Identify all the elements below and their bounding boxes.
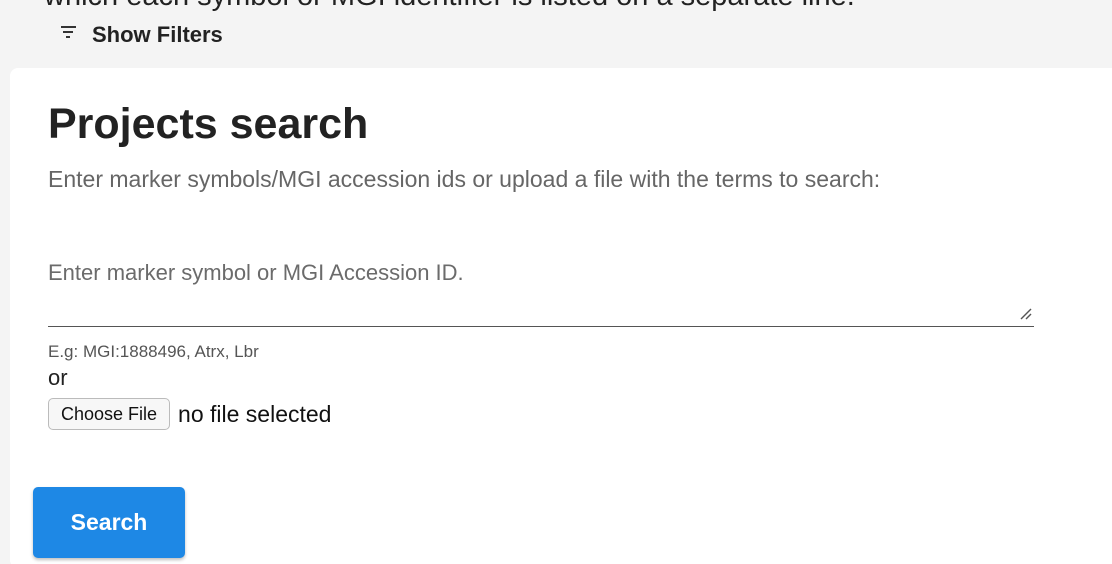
show-filters-label: Show Filters xyxy=(92,22,223,47)
search-input[interactable] xyxy=(48,248,1034,326)
file-upload-row: Choose File no file selected xyxy=(48,398,331,430)
resize-handle-icon[interactable] xyxy=(1018,306,1032,320)
filter-list-icon xyxy=(60,25,76,40)
search-instructions: Enter marker symbols/MGI accession ids o… xyxy=(48,166,881,192)
file-status-text: no file selected xyxy=(178,400,332,427)
or-separator: or xyxy=(48,365,68,390)
search-button[interactable]: Search xyxy=(33,487,185,558)
show-filters-button[interactable]: Show Filters xyxy=(60,22,223,48)
search-input-hint: E.g: MGI:1888496, Atrx, Lbr xyxy=(48,342,259,361)
search-input-container xyxy=(48,248,1034,327)
page-title: Projects search xyxy=(48,100,369,148)
filter-bar: Show Filters xyxy=(0,10,1112,60)
page: which each symbol or MGI identifier is l… xyxy=(0,0,1112,564)
choose-file-button[interactable]: Choose File xyxy=(48,398,171,430)
projects-search-card: Projects search Enter marker symbols/MGI… xyxy=(10,68,1112,564)
